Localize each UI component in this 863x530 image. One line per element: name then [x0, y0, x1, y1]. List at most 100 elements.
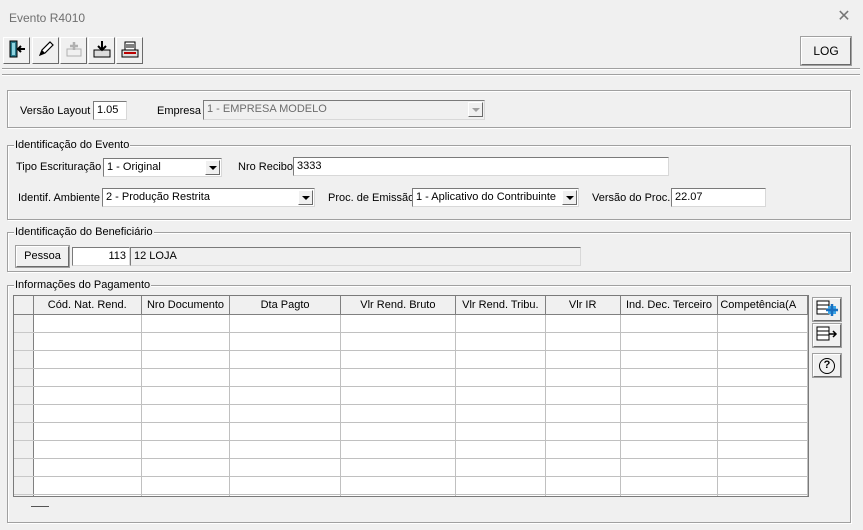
grid-cell[interactable] — [340, 350, 457, 369]
grid-cell[interactable] — [340, 386, 457, 405]
col-header[interactable]: Dta Pagto — [229, 296, 341, 315]
nro-recibo-field[interactable]: 3333 — [293, 157, 669, 176]
versao-proc-field[interactable]: 22.07 — [671, 188, 766, 207]
grid-cell[interactable] — [620, 350, 719, 369]
grid-cell[interactable] — [141, 458, 231, 477]
pagamento-grid[interactable]: Cód. Nat. Rend. Nro Documento Dta Pagto … — [13, 295, 809, 497]
grid-cell[interactable] — [455, 476, 546, 495]
grid-cell[interactable] — [545, 422, 621, 441]
grid-cell[interactable] — [340, 314, 457, 333]
pessoa-button[interactable]: Pessoa — [15, 245, 70, 268]
grid-cell[interactable] — [33, 458, 142, 477]
grid-cell[interactable] — [33, 314, 142, 333]
grid-cell[interactable] — [455, 314, 546, 333]
grid-cell[interactable] — [717, 440, 808, 459]
grid-cell[interactable] — [33, 440, 142, 459]
grid-cell[interactable] — [545, 350, 621, 369]
grid-cell[interactable] — [545, 332, 621, 351]
row-indicator[interactable] — [14, 350, 34, 369]
row-indicator[interactable] — [14, 422, 34, 441]
table-row[interactable] — [14, 458, 808, 477]
grid-cell[interactable] — [717, 458, 808, 477]
grid-cell[interactable] — [455, 332, 546, 351]
grid-cell[interactable] — [455, 440, 546, 459]
tipo-escrituracao-select[interactable]: 1 - Original — [103, 158, 222, 177]
close-icon[interactable]: ✕ — [835, 8, 853, 26]
grid-cell[interactable] — [141, 332, 231, 351]
grid-cell[interactable] — [455, 404, 546, 423]
grid-cell[interactable] — [141, 476, 231, 495]
grid-cell[interactable] — [229, 404, 341, 423]
grid-cell[interactable] — [33, 404, 142, 423]
empresa-select[interactable]: 1 - EMPRESA MODELO — [203, 100, 485, 120]
log-button[interactable]: LOG — [800, 36, 852, 66]
grid-cell[interactable] — [141, 386, 231, 405]
grid-cell[interactable] — [141, 440, 231, 459]
row-indicator[interactable] — [14, 368, 34, 387]
grid-cell[interactable] — [455, 458, 546, 477]
grid-cell[interactable] — [33, 422, 142, 441]
grid-cell[interactable] — [717, 476, 808, 495]
grid-cell[interactable] — [229, 440, 341, 459]
grid-cell[interactable] — [141, 350, 231, 369]
grid-cell[interactable] — [455, 350, 546, 369]
grid-cell[interactable] — [717, 368, 808, 387]
grid-cell[interactable] — [717, 422, 808, 441]
grid-cell[interactable] — [545, 404, 621, 423]
col-header[interactable]: Nro Documento — [141, 296, 231, 315]
grid-cell[interactable] — [229, 332, 341, 351]
grid-cell[interactable] — [33, 476, 142, 495]
grid-cell[interactable] — [340, 422, 457, 441]
exit-button[interactable] — [3, 37, 30, 64]
grid-cell[interactable] — [620, 422, 719, 441]
grid-cell[interactable] — [33, 332, 142, 351]
grid-cell[interactable] — [717, 404, 808, 423]
scrollbar-thumb[interactable] — [31, 506, 49, 507]
grid-cell[interactable] — [229, 350, 341, 369]
col-header[interactable]: Competência(A — [717, 296, 808, 315]
grid-cell[interactable] — [229, 386, 341, 405]
row-indicator[interactable] — [14, 386, 34, 405]
versao-layout-field[interactable]: 1.05 — [93, 101, 127, 120]
table-row[interactable] — [14, 314, 808, 333]
grid-cell[interactable] — [340, 332, 457, 351]
grid-cell[interactable] — [717, 350, 808, 369]
grid-cell[interactable] — [545, 440, 621, 459]
grid-cell[interactable] — [141, 368, 231, 387]
grid-cell[interactable] — [620, 404, 719, 423]
table-row[interactable] — [14, 476, 808, 495]
grid-cell[interactable] — [141, 422, 231, 441]
grid-cell[interactable] — [717, 314, 808, 333]
grid-cell[interactable] — [33, 386, 142, 405]
grid-cell[interactable] — [620, 386, 719, 405]
import-button[interactable] — [88, 37, 115, 64]
grid-cell[interactable] — [545, 386, 621, 405]
edit-button[interactable] — [32, 37, 59, 64]
col-header[interactable]: Cód. Nat. Rend. — [33, 296, 142, 315]
add-button[interactable] — [60, 37, 87, 64]
table-row[interactable] — [14, 350, 808, 369]
grid-cell[interactable] — [340, 440, 457, 459]
grid-cell[interactable] — [620, 332, 719, 351]
row-indicator[interactable] — [14, 332, 34, 351]
grid-cell[interactable] — [141, 314, 231, 333]
table-row[interactable] — [14, 386, 808, 405]
help-button[interactable]: ? — [812, 353, 842, 378]
row-indicator[interactable] — [14, 440, 34, 459]
identif-ambiente-select[interactable]: 2 - Produção Restrita — [102, 188, 315, 207]
grid-cell[interactable] — [455, 368, 546, 387]
row-indicator[interactable] — [14, 404, 34, 423]
add-row-button[interactable] — [812, 297, 842, 322]
grid-cell[interactable] — [545, 458, 621, 477]
grid-cell[interactable] — [717, 386, 808, 405]
table-row[interactable] — [14, 440, 808, 459]
table-row[interactable] — [14, 404, 808, 423]
grid-cell[interactable] — [545, 476, 621, 495]
print-button[interactable] — [116, 37, 143, 64]
proc-emissao-select[interactable]: 1 - Aplicativo do Contribuinte — [412, 188, 579, 207]
grid-cell[interactable] — [229, 422, 341, 441]
grid-cell[interactable] — [141, 404, 231, 423]
grid-cell[interactable] — [340, 458, 457, 477]
grid-cell[interactable] — [229, 476, 341, 495]
table-row[interactable] — [14, 422, 808, 441]
